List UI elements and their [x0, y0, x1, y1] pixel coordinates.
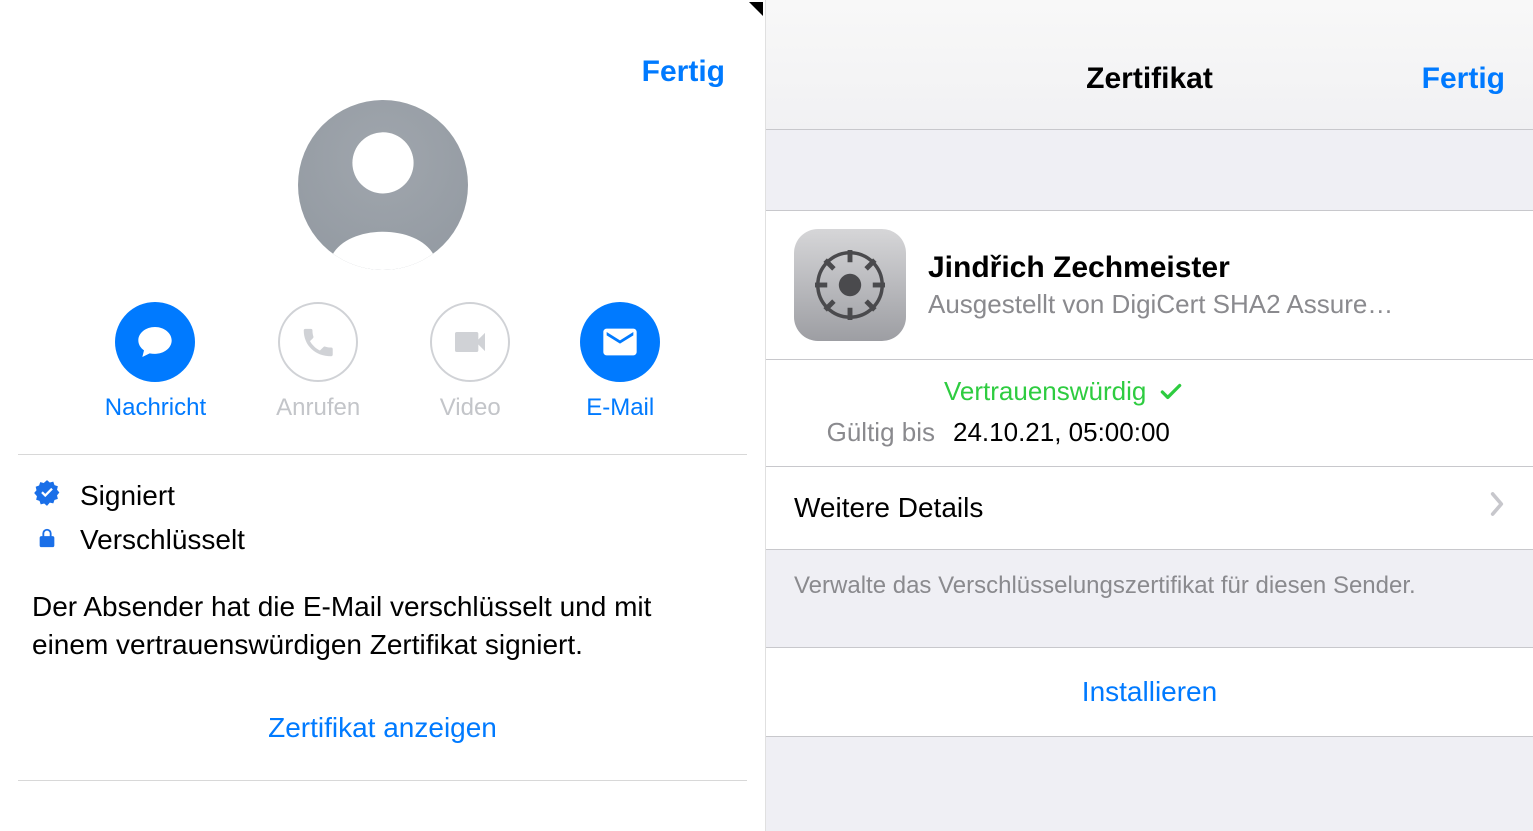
trusted-label: Vertrauenswürdig — [944, 376, 1146, 407]
certificate-panel: Zertifikat Fertig Jindřich Zechmeiste — [766, 0, 1533, 831]
message-icon — [115, 302, 195, 382]
page-title: Zertifikat — [1086, 62, 1213, 96]
certificate-status-cell: Vertrauenswürdig Gültig bis 24.10.21, 05… — [766, 360, 1533, 467]
certificate-name: Jindřich Zechmeister — [928, 251, 1505, 285]
signed-label: Signiert — [80, 480, 175, 512]
email-label: E-Mail — [580, 394, 660, 422]
corner-artifact — [749, 2, 763, 16]
video-action: Video — [430, 302, 510, 422]
divider — [18, 780, 747, 781]
checkmark-icon — [1158, 379, 1184, 405]
footer-note: Verwalte das Verschlüsselungszertifikat … — [766, 550, 1533, 647]
install-button[interactable]: Installieren — [766, 647, 1533, 737]
more-details-row[interactable]: Weitere Details — [766, 467, 1533, 550]
phone-icon — [278, 302, 358, 382]
video-label: Video — [430, 394, 510, 422]
message-label: Nachricht — [105, 394, 206, 422]
install-label: Installieren — [1082, 676, 1217, 707]
video-icon — [430, 302, 510, 382]
status-description: Der Absender hat die E-Mail verschlüssel… — [0, 568, 765, 664]
show-certificate-button[interactable]: Zertifikat anzeigen — [0, 712, 765, 744]
more-details-label: Weitere Details — [794, 492, 983, 524]
signed-row: Signiert — [32, 479, 733, 512]
certificate-issuer: Ausgestellt von DigiCert SHA2 Assure… — [928, 289, 1505, 320]
done-button[interactable]: Fertig — [642, 55, 725, 89]
gear-icon — [794, 229, 906, 341]
person-icon — [298, 100, 468, 270]
certificate-header-cell: Jindřich Zechmeister Ausgestellt von Dig… — [766, 210, 1533, 360]
verified-badge-icon — [32, 479, 62, 512]
navbar: Zertifikat Fertig — [766, 0, 1533, 130]
call-label: Anrufen — [276, 394, 360, 422]
message-action[interactable]: Nachricht — [105, 302, 206, 422]
action-row: Nachricht Anrufen Video E-Mail — [0, 302, 765, 422]
avatar — [298, 100, 468, 270]
spacer — [766, 130, 1533, 210]
status-block: Signiert Verschlüsselt — [0, 455, 765, 556]
valid-until-key: Gültig bis — [820, 417, 935, 448]
valid-until-value: 24.10.21, 05:00:00 — [953, 417, 1170, 448]
done-button[interactable]: Fertig — [1422, 62, 1505, 96]
mail-icon — [580, 302, 660, 382]
lock-icon — [32, 525, 62, 556]
call-action: Anrufen — [276, 302, 360, 422]
encrypted-label: Verschlüsselt — [80, 524, 245, 556]
email-action[interactable]: E-Mail — [580, 302, 660, 422]
contact-panel: Fertig Nachricht Anrufen Video — [0, 0, 766, 831]
chevron-right-icon — [1489, 491, 1505, 525]
encrypted-row: Verschlüsselt — [32, 524, 733, 556]
